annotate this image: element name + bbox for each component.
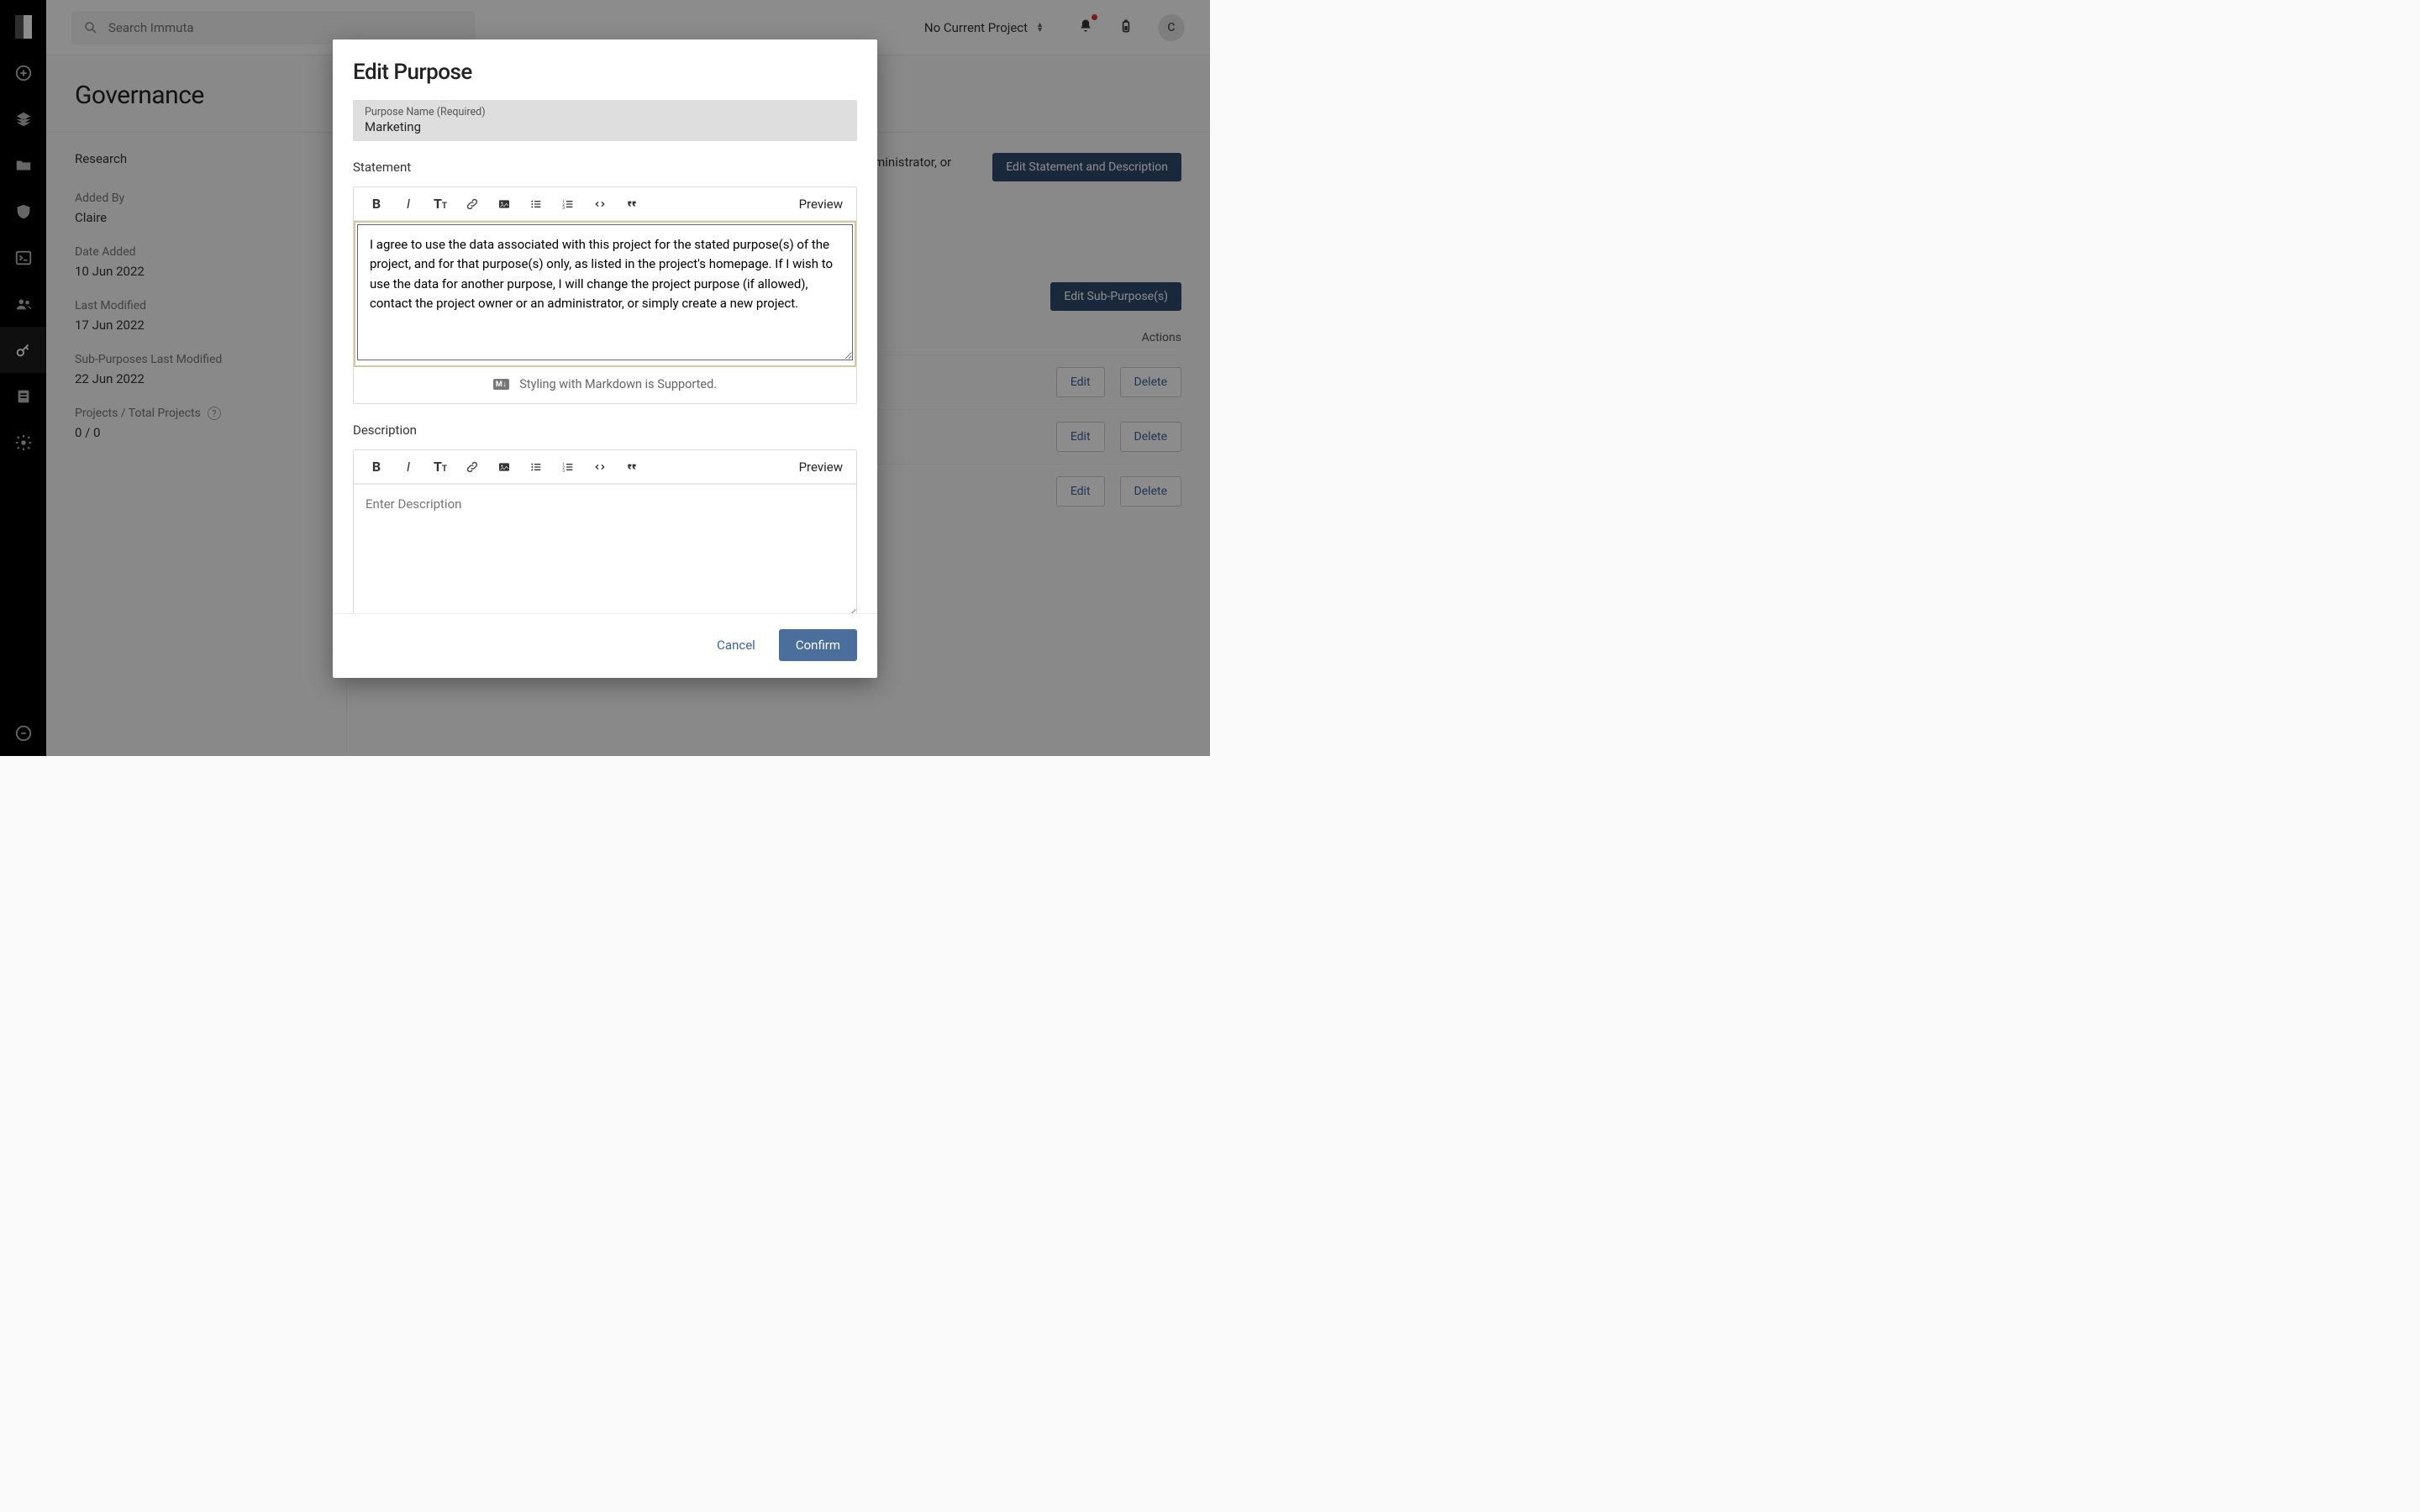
bold-button[interactable]: B: [360, 187, 392, 221]
preview-toggle[interactable]: Preview: [792, 197, 850, 212]
link-icon: [466, 460, 479, 474]
description-editor: B I TT 123 Preview M↓ Styling with Markd…: [353, 449, 857, 613]
preview-toggle[interactable]: Preview: [792, 459, 850, 475]
svg-text:3: 3: [562, 469, 565, 474]
link-icon: [466, 197, 479, 211]
heading-button[interactable]: TT: [424, 450, 456, 484]
numbered-list-icon: 123: [561, 197, 575, 211]
heading-button[interactable]: TT: [424, 187, 456, 221]
numbered-list-button[interactable]: 123: [552, 187, 584, 221]
quote-button[interactable]: [616, 187, 648, 221]
italic-button[interactable]: I: [392, 187, 424, 221]
purpose-name-label: Purpose Name (Required): [365, 106, 845, 118]
quote-button[interactable]: [616, 450, 648, 484]
purpose-name-field[interactable]: Purpose Name (Required) Marketing: [353, 100, 857, 141]
link-button[interactable]: [456, 187, 488, 221]
modal-footer: Cancel Confirm: [333, 613, 877, 678]
bullet-list-button[interactable]: [520, 187, 552, 221]
bullet-list-icon: [529, 460, 543, 474]
purpose-name-value: Marketing: [365, 119, 845, 134]
numbered-list-icon: 123: [561, 460, 575, 474]
svg-text:3: 3: [562, 206, 565, 211]
numbered-list-button[interactable]: 123: [552, 450, 584, 484]
italic-button[interactable]: I: [392, 450, 424, 484]
modal-title: Edit Purpose: [353, 60, 857, 85]
editor-toolbar: B I TT 123 Preview: [354, 187, 856, 221]
markdown-badge-icon: M↓: [493, 379, 509, 390]
statement-label: Statement: [353, 160, 857, 175]
statement-editor: B I TT 123 Preview M↓ Styling with Markd…: [353, 186, 857, 404]
code-icon: [593, 197, 607, 211]
image-icon: [497, 460, 511, 474]
statement-textarea[interactable]: [357, 224, 853, 360]
markdown-note: M↓ Styling with Markdown is Supported.: [354, 367, 856, 403]
code-button[interactable]: [584, 187, 616, 221]
link-button[interactable]: [456, 450, 488, 484]
bullet-list-button[interactable]: [520, 450, 552, 484]
quote-icon: [625, 197, 639, 211]
code-icon: [593, 460, 607, 474]
edit-purpose-modal: Edit Purpose Purpose Name (Required) Mar…: [333, 39, 877, 678]
cancel-button[interactable]: Cancel: [717, 638, 755, 653]
confirm-button[interactable]: Confirm: [779, 629, 857, 661]
image-button[interactable]: [488, 187, 520, 221]
editor-toolbar: B I TT 123 Preview: [354, 450, 856, 484]
image-button[interactable]: [488, 450, 520, 484]
code-button[interactable]: [584, 450, 616, 484]
description-textarea[interactable]: [354, 484, 856, 613]
description-label: Description: [353, 423, 857, 438]
image-icon: [497, 197, 511, 211]
bullet-list-icon: [529, 197, 543, 211]
bold-button[interactable]: B: [360, 450, 392, 484]
quote-icon: [625, 460, 639, 474]
